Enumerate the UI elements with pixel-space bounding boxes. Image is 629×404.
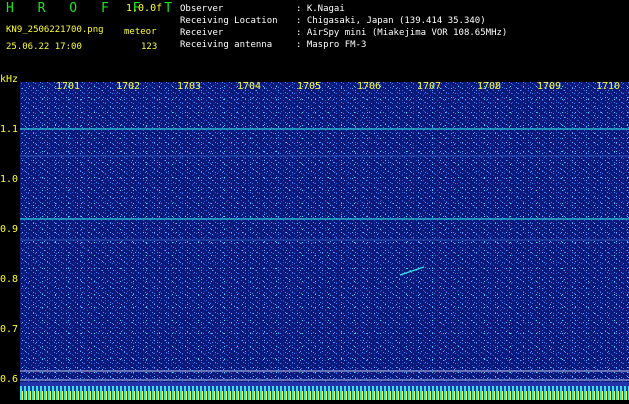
header-bar: H R O F F T 1.0.0f KN9_2506221700.png 25… (0, 0, 629, 74)
y-tick-label: 1.1 (0, 124, 19, 135)
y-tick-label: 1.0 (0, 174, 19, 185)
date-time: 25.06.22 17:00 (6, 42, 82, 52)
y-tick-label: 0.9 (0, 224, 19, 235)
x-tick-label: 1709 (537, 81, 562, 92)
x-tick-label: 1702 (116, 81, 141, 92)
x-tick-label: 1705 (297, 81, 322, 92)
y-axis-unit: kHz (0, 74, 19, 85)
info-value-observer: : K.Nagai (296, 4, 345, 14)
x-tick-label: 1704 (237, 81, 262, 92)
info-value-antenna: : Maspro FM-3 (296, 40, 367, 50)
info-value-receiver: : AirSpy mini (Miakejima VOR 108.65MHz) (296, 28, 508, 38)
x-tick-label: 1710 (596, 81, 621, 92)
y-tick-label: 0.6 (0, 374, 19, 385)
spectrogram-canvas (20, 82, 629, 400)
y-tick-label: 0.8 (0, 274, 19, 285)
info-value-location: : Chigasaki, Japan (139.414 35.340) (296, 16, 486, 26)
bottom-band (20, 382, 629, 400)
info-label-observer: Observer (180, 4, 224, 14)
meteor-label: meteor (124, 27, 157, 37)
x-tick-label: 1703 (177, 81, 202, 92)
info-label-location: Receiving Location (180, 16, 278, 26)
file-name: KN9_2506221700.png (6, 25, 104, 35)
x-tick-label: 1707 (417, 81, 442, 92)
x-tick-label: 1708 (477, 81, 502, 92)
x-tick-label: 1706 (357, 81, 382, 92)
app-version: 1.0.0f (126, 3, 163, 14)
spectrogram (20, 82, 629, 400)
meteor-count: 123 (141, 42, 158, 52)
x-tick-label: 1701 (56, 81, 81, 92)
info-label-receiver: Receiver (180, 28, 224, 38)
info-label-antenna: Receiving antenna (180, 40, 273, 50)
y-tick-label: 0.7 (0, 324, 19, 335)
